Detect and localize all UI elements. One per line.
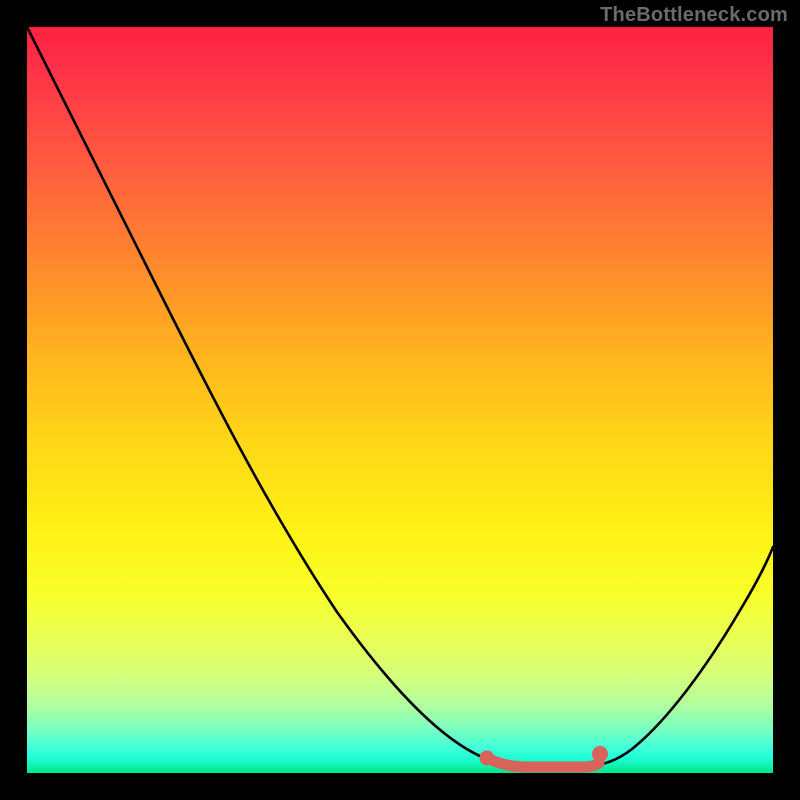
optimal-segment — [487, 758, 599, 767]
optimal-dot-left — [480, 751, 495, 766]
chart-area — [27, 27, 773, 773]
bottleneck-curve — [27, 27, 773, 773]
optimal-dot-right — [592, 746, 608, 762]
curve-path — [27, 27, 773, 767]
watermark-text: TheBottleneck.com — [600, 4, 788, 27]
